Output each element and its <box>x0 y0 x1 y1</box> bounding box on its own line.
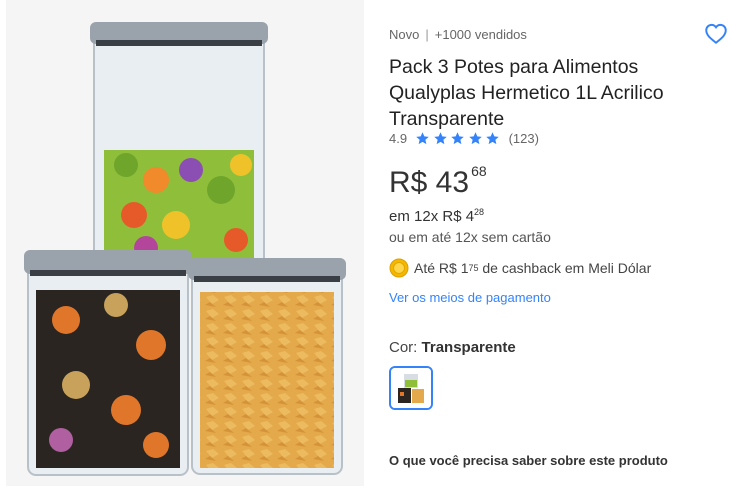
separator: | <box>425 27 429 42</box>
condition-label: Novo <box>389 27 420 42</box>
product-title: Pack 3 Potes para Alimentos Qualyplas He… <box>389 56 664 130</box>
star-icon <box>451 132 464 145</box>
product-subtitle: Novo | +1000 vendidos <box>389 27 527 42</box>
meli-dolar-coin-icon <box>389 258 409 278</box>
cashback-suffix: de cashback em Meli Dólar <box>478 260 652 276</box>
rating-stars <box>415 131 503 146</box>
cashback-row: Até R$ 1 75 de cashback em Meli Dólar <box>389 258 651 278</box>
product-info-panel: Novo | +1000 vendidos Pack 3 Potes para Al… <box>389 0 732 486</box>
product-image-gallery[interactable] <box>6 0 364 486</box>
cashback-text: Até R$ 1 <box>414 260 469 276</box>
color-selector-label: Cor: Transparente <box>389 339 516 356</box>
sold-count: +1000 vendidos <box>434 27 527 42</box>
price-cents: 68 <box>471 163 487 179</box>
cashback-cents: 75 <box>468 263 479 273</box>
rating-value: 4.9 <box>389 131 408 146</box>
price: R$ 43 68 <box>389 163 487 200</box>
color-swatch-transparente[interactable] <box>389 366 433 410</box>
no-card-installments: ou em até 12x sem cartão <box>389 229 551 245</box>
color-value: Transparente <box>421 339 516 356</box>
star-icon <box>416 132 429 145</box>
installments-cents: 28 <box>474 207 485 217</box>
payment-methods-link[interactable]: Ver os meios de pagamento <box>389 290 551 305</box>
review-count: (123) <box>508 131 539 146</box>
installments-text: em 12x R$ 4 <box>389 208 475 225</box>
star-icon <box>433 132 447 145</box>
star-icon <box>468 132 482 145</box>
swatch-thumbnail <box>391 368 431 408</box>
favorite-heart-icon[interactable] <box>703 20 729 46</box>
star-icon <box>486 132 499 145</box>
installments: em 12x R$ 428 <box>389 207 484 225</box>
product-image <box>24 22 346 476</box>
product-highlights-heading: O que você precisa saber sobre este prod… <box>389 453 668 468</box>
color-label: Cor: <box>389 339 422 356</box>
price-main: R$ 43 <box>389 166 470 199</box>
rating-row[interactable]: 4.9 (123) <box>389 131 539 146</box>
